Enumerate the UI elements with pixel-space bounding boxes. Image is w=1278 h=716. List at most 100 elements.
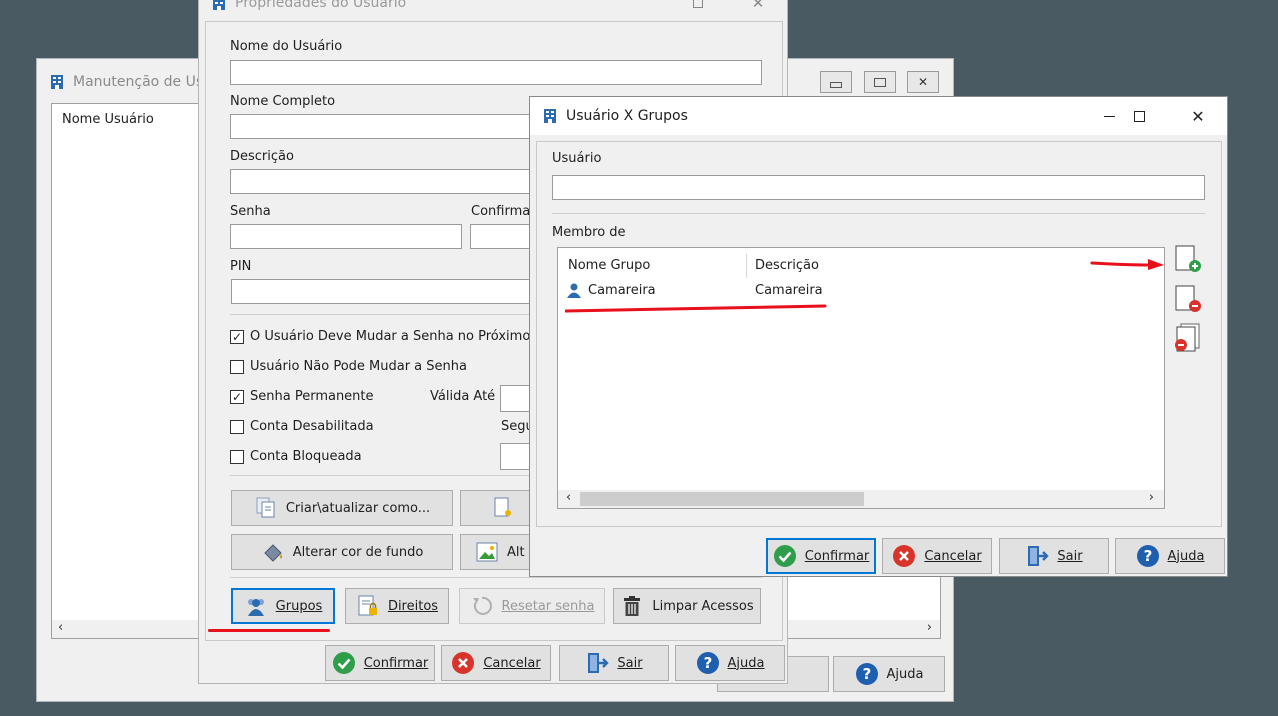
reset-arrow-icon bbox=[470, 594, 494, 618]
column-header-nome-usuario[interactable]: Nome Usuário bbox=[62, 112, 154, 127]
ajuda-button[interactable]: ? Ajuda bbox=[675, 645, 785, 681]
close-button[interactable]: ✕ bbox=[1175, 97, 1221, 135]
deve-mudar-senha-label: O Usuário Deve Mudar a Senha no Próximo bbox=[250, 329, 531, 344]
exit-door-icon bbox=[585, 651, 610, 675]
annotation-underline-camareira bbox=[564, 303, 827, 315]
nome-usuario-input[interactable] bbox=[230, 60, 762, 85]
close-icon: ✕ bbox=[917, 75, 929, 89]
conta-bloqueada-label: Conta Bloqueada bbox=[250, 449, 362, 464]
app-building-icon bbox=[49, 74, 65, 90]
add-group-button[interactable] bbox=[1172, 244, 1204, 274]
confirmar-button[interactable]: Confirmar bbox=[325, 645, 435, 681]
user-maintenance-title: Manutenção de Usu bbox=[73, 74, 213, 90]
remove-group-button[interactable] bbox=[1172, 284, 1204, 314]
documents-remove-icon bbox=[1175, 323, 1200, 352]
groups-list[interactable]: Nome Grupo Descrição Camareira Camareira… bbox=[557, 247, 1165, 509]
cancelar-button[interactable]: Cancelar bbox=[882, 538, 992, 574]
restore-icon bbox=[874, 77, 886, 87]
cancel-circle-icon bbox=[892, 544, 916, 568]
senha-permanente-label: Senha Permanente bbox=[250, 389, 374, 404]
users-group-icon bbox=[244, 594, 268, 618]
check-circle-icon bbox=[332, 651, 356, 675]
trash-icon bbox=[620, 594, 644, 618]
close-button[interactable]: ✕ bbox=[907, 71, 939, 93]
confirma-label: Confirma bbox=[471, 204, 531, 219]
svg-text:?: ? bbox=[703, 654, 712, 672]
document-key-icon bbox=[491, 496, 515, 520]
confirmar-button[interactable]: Confirmar bbox=[766, 538, 876, 574]
usuario-input[interactable] bbox=[552, 175, 1205, 200]
annotation-underline-grupos bbox=[208, 629, 330, 632]
senha-permanente-checkbox[interactable]: ✓ bbox=[230, 390, 244, 404]
conta-bloqueada-checkbox[interactable] bbox=[230, 450, 244, 464]
cancel-circle-icon bbox=[451, 651, 475, 675]
check-icon: ✓ bbox=[231, 330, 243, 344]
limpar-acessos-button[interactable]: Limpar Acessos bbox=[613, 588, 761, 624]
separator bbox=[230, 577, 762, 578]
cancelar-button[interactable]: Cancelar bbox=[441, 645, 551, 681]
sair-button[interactable]: Sair bbox=[559, 645, 669, 681]
scroll-left-icon[interactable]: ‹ bbox=[58, 620, 63, 635]
criar-atualizar-button[interactable]: Criar\atualizar como... bbox=[231, 490, 453, 526]
nome-usuario-label: Nome do Usuário bbox=[230, 39, 343, 54]
minimize-icon bbox=[1103, 115, 1115, 117]
group-name-cell: Camareira bbox=[588, 283, 656, 298]
usuario-label: Usuário bbox=[552, 151, 602, 166]
grupos-button[interactable]: Grupos bbox=[231, 588, 335, 624]
svg-text:?: ? bbox=[862, 665, 871, 683]
remove-all-groups-button[interactable] bbox=[1172, 323, 1204, 353]
scrollbar-thumb[interactable] bbox=[580, 492, 864, 506]
nome-completo-label: Nome Completo bbox=[230, 94, 336, 109]
maximize-button[interactable] bbox=[1116, 97, 1162, 135]
close-icon: ✕ bbox=[1191, 106, 1205, 126]
document-add-icon bbox=[1175, 245, 1201, 272]
column-divider bbox=[746, 254, 747, 278]
descricao-label: Descrição bbox=[230, 149, 294, 164]
nao-pode-mudar-senha-label: Usuário Não Pode Mudar a Senha bbox=[250, 359, 467, 374]
deve-mudar-senha-checkbox[interactable]: ✓ bbox=[230, 330, 244, 344]
senha-label: Senha bbox=[230, 204, 271, 219]
alterar-cor-fundo-button[interactable]: Alterar cor de fundo bbox=[231, 534, 453, 570]
minimize-button[interactable] bbox=[820, 71, 852, 93]
restore-button[interactable] bbox=[864, 71, 896, 93]
nao-pode-mudar-senha-checkbox[interactable] bbox=[230, 360, 244, 374]
sair-button[interactable]: Sair bbox=[999, 538, 1109, 574]
user-groups-title: Usuário X Grupos bbox=[566, 108, 688, 124]
close-button[interactable]: ✕ bbox=[735, 0, 781, 19]
senha-input[interactable] bbox=[230, 224, 462, 249]
user-groups-window: Usuário X Grupos ✕ Usuário Membro de Nom… bbox=[529, 96, 1228, 577]
alterar-imagem-button[interactable]: Alt bbox=[460, 534, 540, 570]
separator bbox=[552, 213, 1205, 214]
direitos-button[interactable]: Direitos bbox=[345, 588, 449, 624]
horizontal-scrollbar[interactable]: ‹ › bbox=[558, 490, 1164, 508]
scroll-right-icon[interactable]: › bbox=[927, 620, 932, 635]
resetar-senha-button[interactable]: Resetar senha bbox=[459, 588, 605, 624]
valida-ate-label: Válida Até bbox=[430, 389, 496, 404]
conta-desabilitada-label: Conta Desabilitada bbox=[250, 419, 374, 434]
paint-bucket-icon bbox=[261, 540, 285, 564]
column-header-descricao[interactable]: Descrição bbox=[755, 258, 819, 273]
scroll-right-icon[interactable]: › bbox=[1149, 490, 1154, 505]
check-icon: ✓ bbox=[231, 390, 243, 404]
conta-desabilitada-checkbox[interactable] bbox=[230, 420, 244, 434]
user-properties-title: Propriedades do Usuário bbox=[235, 0, 407, 11]
help-icon: ? bbox=[696, 651, 720, 675]
membro-de-label: Membro de bbox=[552, 225, 626, 240]
column-header-nome-grupo[interactable]: Nome Grupo bbox=[568, 258, 650, 273]
close-icon: ✕ bbox=[751, 0, 765, 12]
group-description-cell: Camareira bbox=[755, 283, 823, 298]
user-icon bbox=[566, 282, 582, 302]
document-lock-icon bbox=[356, 594, 380, 618]
second-action-button[interactable] bbox=[460, 490, 540, 526]
bg-ajuda-button[interactable]: ? Ajuda bbox=[833, 656, 945, 692]
scroll-left-icon[interactable]: ‹ bbox=[566, 490, 571, 505]
app-building-icon bbox=[211, 0, 227, 11]
document-remove-icon bbox=[1175, 285, 1201, 312]
table-row[interactable]: Camareira Camareira bbox=[564, 280, 864, 302]
app-building-icon bbox=[542, 108, 558, 124]
ajuda-button[interactable]: ? Ajuda bbox=[1115, 538, 1225, 574]
maximize-button[interactable] bbox=[675, 0, 721, 19]
pin-label: PIN bbox=[230, 259, 252, 274]
help-icon: ? bbox=[855, 662, 879, 686]
svg-text:?: ? bbox=[1143, 547, 1152, 565]
